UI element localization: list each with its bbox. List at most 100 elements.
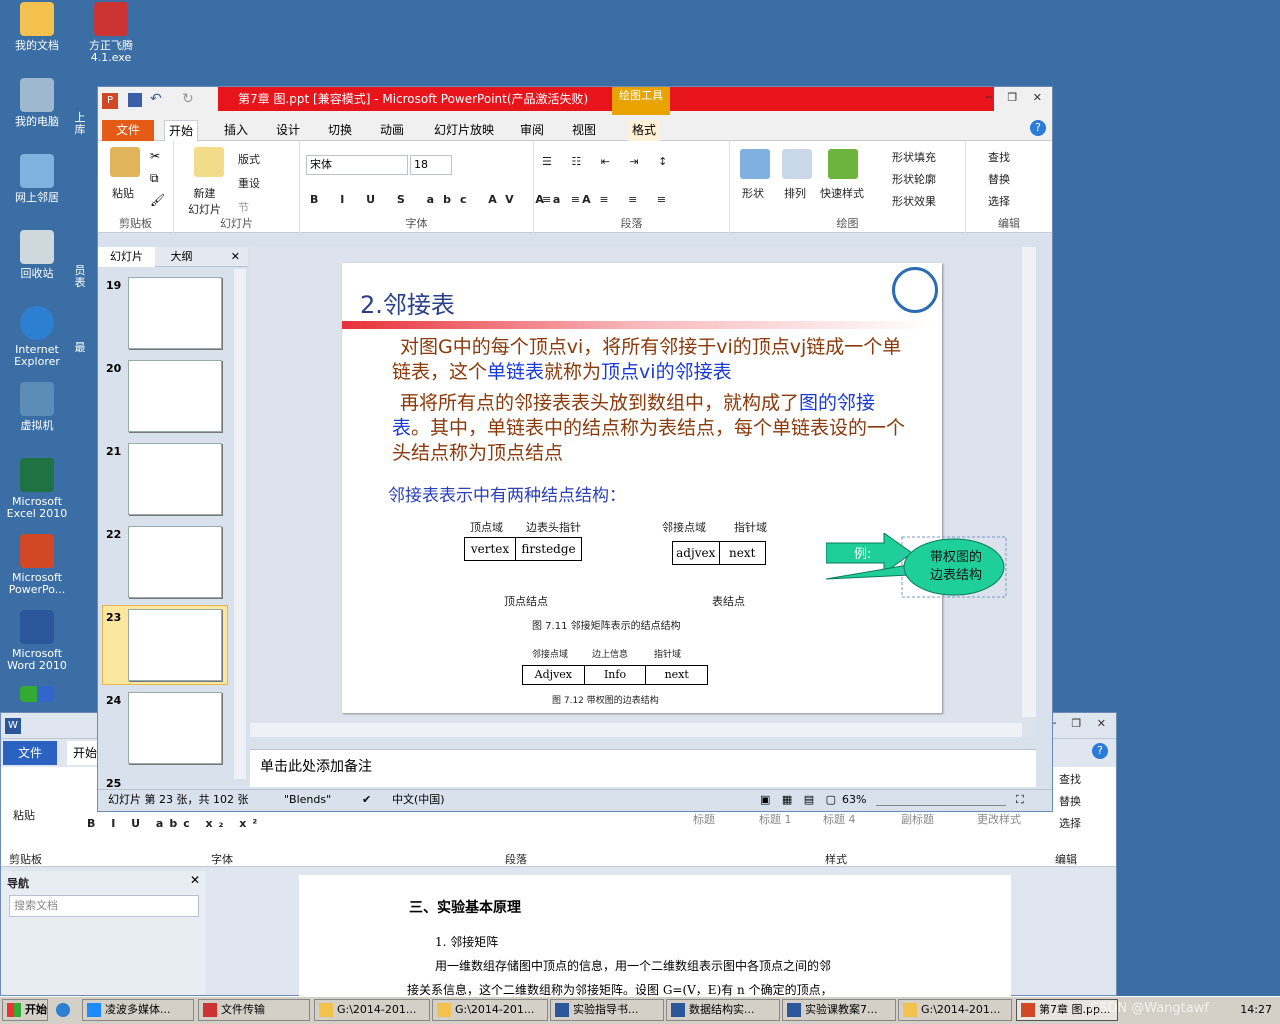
new-slide-button[interactable]: 新建 幻灯片 (188, 185, 221, 217)
taskbar-item[interactable]: G:\2014-201... (314, 999, 430, 1021)
format-painter-icon[interactable]: 🖌 (150, 193, 165, 207)
paragraph-2[interactable]: 再将所有点的邻接表表头放到数组中，就构成了图的邻接表。其中，单链表中的结点称为表… (392, 391, 912, 466)
shape-outline-button[interactable]: 形状轮廓 (892, 171, 936, 187)
quick-styles-button[interactable]: 快速样式 (820, 185, 864, 201)
word-style-h4[interactable]: 标题 4 (823, 811, 856, 827)
view-buttons[interactable]: ▣ ▦ ▤ ▢ (760, 790, 840, 810)
taskbar-item[interactable]: 数据结构实... (666, 999, 780, 1021)
zoom-level[interactable]: 63% (842, 790, 866, 810)
help-icon[interactable]: ? (1092, 743, 1108, 759)
slide-thumbnail[interactable] (128, 443, 222, 515)
redo-icon[interactable]: ↻ (182, 91, 194, 107)
horizontal-scrollbar[interactable] (250, 723, 1022, 737)
word-select[interactable]: 选择 (1059, 815, 1081, 831)
word-file-tab[interactable]: 文件 (3, 741, 57, 765)
word-style-subtitle[interactable]: 副标题 (901, 811, 934, 827)
search-input[interactable]: 搜索文档 (9, 895, 199, 917)
vm-icon[interactable]: 虚拟机 (2, 382, 72, 432)
close-icon[interactable]: ✕ (231, 247, 240, 267)
network-icon[interactable]: 网上邻居 (2, 154, 72, 204)
paste-icon[interactable] (110, 147, 140, 177)
tab-review[interactable]: 审阅 (516, 120, 548, 141)
slide-thumbnail-selected[interactable] (128, 609, 222, 681)
taskbar-item[interactable]: 实验指导书... (550, 999, 664, 1021)
align-buttons[interactable]: ≡ ≡ ≡ ≡ ≡ (542, 193, 674, 206)
notes-pane[interactable]: 单击此处添加备注 (250, 749, 1036, 787)
cut-icon[interactable]: ✂ (150, 149, 160, 163)
tab-design[interactable]: 设计 (272, 120, 304, 141)
node-structure-heading[interactable]: 邻接表表示中有两种结点结构： (388, 481, 626, 506)
shape-fill-button[interactable]: 形状填充 (892, 149, 936, 165)
font-size-select[interactable]: 18 (410, 155, 452, 175)
word-paste-button[interactable]: 粘贴 (13, 807, 35, 823)
taskbar-item[interactable]: G:\2014-201... (898, 999, 1012, 1021)
slide-thumbnail[interactable] (128, 526, 222, 598)
word-change-styles[interactable]: 更改样式 (977, 811, 1021, 827)
word-find[interactable]: 查找 (1059, 771, 1081, 787)
vertical-scrollbar[interactable] (1022, 247, 1036, 717)
select-button[interactable]: 选择 (988, 193, 1010, 209)
word-style-h1[interactable]: 标题 1 (759, 811, 792, 827)
slide-thumbnail[interactable] (128, 277, 222, 349)
word-icon[interactable]: Microsoft Word 2010 (2, 610, 72, 672)
quick-styles-icon[interactable] (828, 149, 858, 179)
tab-slideshow[interactable]: 幻灯片放映 (430, 120, 498, 141)
word-window-controls[interactable]: ─ ❐ ✕ (1049, 717, 1112, 730)
tab-view[interactable]: 视图 (568, 120, 600, 141)
reset-button[interactable]: 重设 (238, 175, 260, 191)
word-font-tools[interactable]: B I U abc x₂ x² (87, 817, 263, 830)
tab-outline[interactable]: 大纲 (159, 247, 205, 267)
save-icon[interactable] (128, 93, 142, 107)
undo-icon[interactable]: ↶ (150, 91, 162, 107)
tab-insert[interactable]: 插入 (220, 120, 252, 141)
shape-icon[interactable] (740, 149, 770, 179)
word-style-title[interactable]: 标题 (693, 811, 715, 827)
callout-shape[interactable]: 带权图的 边表结构 (825, 536, 1012, 598)
paste-button[interactable]: 粘贴 (112, 185, 134, 201)
my-documents-icon[interactable]: 我的文档 (2, 2, 72, 52)
list-buttons[interactable]: ☰ ☷ ⇤ ⇥ ↕ (542, 155, 675, 168)
excel-icon[interactable]: Microsoft Excel 2010 (2, 458, 72, 520)
taskbar-item[interactable]: G:\2014-201... (432, 999, 548, 1021)
word-document-page[interactable]: 三、实验基本原理 1. 邻接矩阵 用一维数组存储图中顶点的信息，用一个二维数组表… (299, 875, 1011, 997)
new-slide-icon[interactable] (194, 147, 224, 177)
powerpoint-icon[interactable]: Microsoft PowerPo... (2, 534, 72, 596)
zoom-slider[interactable] (876, 794, 1006, 806)
tab-file[interactable]: 文件 (102, 120, 154, 141)
tab-home[interactable]: 开始 (164, 120, 199, 141)
current-slide[interactable]: 2.邻接表 对图G中的每个顶点vi，将所有邻接于vi的顶点vj链成一个单链表，这… (342, 263, 942, 713)
ie-icon[interactable]: Internet Explorer (2, 306, 72, 368)
word-replace[interactable]: 替换 (1059, 793, 1081, 809)
shape-effects-button[interactable]: 形状效果 (892, 193, 936, 209)
taskbar-item[interactable]: 实验课教案7... (782, 999, 896, 1021)
shape-button[interactable]: 形状 (742, 185, 764, 201)
arrange-button[interactable]: 排列 (784, 185, 806, 201)
thumb-scrollbar[interactable] (234, 269, 246, 779)
arrange-icon[interactable] (782, 149, 812, 179)
clock[interactable]: 14:27 (1240, 1003, 1272, 1016)
paragraph-1[interactable]: 对图G中的每个顶点vi，将所有邻接于vi的顶点vj链成一个单链表，这个单链表就称… (392, 335, 912, 385)
help-icon[interactable]: ? (1030, 120, 1046, 136)
ie-quicklaunch-icon[interactable] (56, 1003, 70, 1017)
fit-window-icon[interactable]: ⛶ (1016, 790, 1024, 810)
tab-format[interactable]: 格式 (628, 120, 661, 141)
tab-transitions[interactable]: 切换 (324, 120, 356, 141)
section-button[interactable]: 节 (238, 199, 249, 215)
abc-icon[interactable] (2, 686, 72, 706)
fangzheng-icon[interactable]: 方正飞腾 4.1.exe (76, 2, 146, 64)
tab-animations[interactable]: 动画 (376, 120, 408, 141)
font-name-select[interactable]: 宋体 (306, 155, 408, 175)
find-button[interactable]: 查找 (988, 149, 1010, 165)
spellcheck-icon[interactable]: ✔ (362, 790, 371, 810)
slide-title[interactable]: 2.邻接表 (360, 285, 455, 320)
replace-button[interactable]: 替换 (988, 171, 1010, 187)
layout-button[interactable]: 版式 (238, 151, 260, 167)
taskbar-item[interactable]: 凌波多媒体... (82, 999, 194, 1021)
close-icon[interactable]: ✕ (190, 873, 200, 887)
slide-thumbnail[interactable] (128, 692, 222, 764)
tab-slides[interactable]: 幻灯片 (98, 247, 155, 267)
slide-thumbnail[interactable] (128, 360, 222, 432)
taskbar-item[interactable]: 文件传输 (198, 999, 310, 1021)
ppt-window-controls[interactable]: ─ ❐ ✕ (985, 91, 1048, 104)
start-button[interactable]: 开始 (2, 999, 48, 1021)
